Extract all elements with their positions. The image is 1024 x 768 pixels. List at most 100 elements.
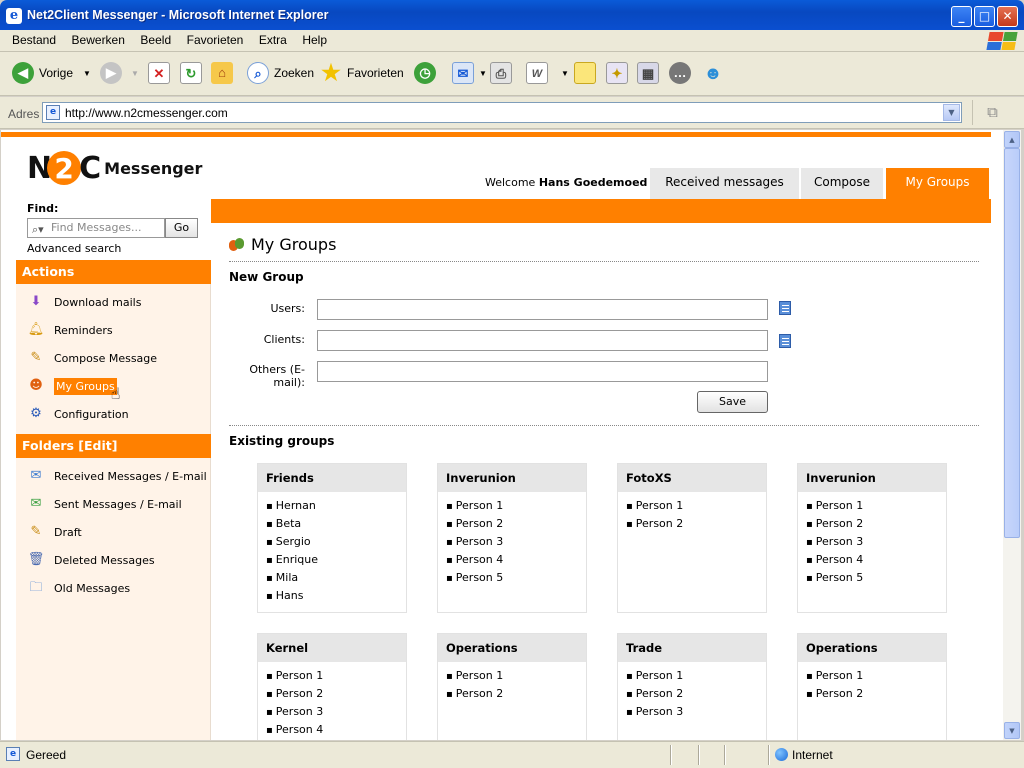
maximize-button[interactable]: □ (974, 6, 995, 27)
tab-my-groups[interactable]: My Groups (886, 168, 991, 199)
sidebar-item-received-messages[interactable]: ✉ Received Messages / E-mail (26, 465, 207, 487)
sidebar-item-download-mails[interactable]: ⬇ Download mails (26, 291, 142, 313)
group-member: Person 3 (266, 703, 406, 721)
scroll-up-icon[interactable]: ▲ (1004, 131, 1020, 148)
menu-help[interactable]: Help (296, 30, 333, 50)
mail-dropdown-icon[interactable]: ▼ (479, 69, 487, 78)
sidebar-item-sent-messages[interactable]: ✉ Sent Messages / E-mail (26, 493, 182, 515)
messenger-chat-button[interactable]: … (669, 60, 696, 86)
status-text: Gereed (26, 748, 67, 762)
menu-edit[interactable]: Bewerken (66, 30, 131, 50)
refresh-button[interactable]: ↻ (180, 60, 207, 86)
tab-compose[interactable]: Compose (801, 168, 885, 199)
welcome-text: Welcome Hans Goedemoed (485, 176, 647, 189)
sidebar-item-label: My Groups (54, 377, 117, 395)
group-card[interactable]: FotoXS Person 1 Person 2 (617, 463, 767, 613)
gear-icon: ⚙ (30, 406, 42, 421)
history-button[interactable]: ◷ (414, 60, 441, 86)
users-input[interactable] (317, 299, 768, 320)
stop-button[interactable]: ✕ (148, 60, 175, 86)
group-member: Person 2 (806, 685, 946, 703)
ie-logo-icon: e (6, 8, 22, 24)
group-card[interactable]: Operations Person 1 Person 2 (437, 633, 587, 740)
find-section: Find: ⌕▾ Find Messages... Go Advanced se… (16, 196, 211, 260)
sidebar-item-my-groups[interactable]: ☻ My Groups ☝ (26, 375, 120, 403)
app-logo[interactable]: N2C Messenger (27, 150, 202, 186)
go-links-button[interactable]: ⧉ (972, 100, 1012, 125)
research-button[interactable]: ▦ (637, 60, 664, 86)
edit-dropdown-icon[interactable]: ▼ (561, 69, 569, 78)
group-name: Operations (438, 634, 586, 662)
group-member: Person 2 (626, 685, 766, 703)
group-card[interactable]: Kernel Person 1 Person 2 Person 3 Person… (257, 633, 407, 740)
group-member: Person 2 (446, 685, 586, 703)
folders-header[interactable]: Folders [Edit] (16, 434, 211, 458)
sidebar-item-configuration[interactable]: ⚙ Configuration (26, 403, 128, 425)
sidebar: Find: ⌕▾ Find Messages... Go Advanced se… (16, 196, 211, 740)
favorites-button[interactable]: ★ Favorieten (320, 60, 404, 86)
minimize-button[interactable]: _ (951, 6, 972, 27)
bell-icon: 🔔︎ (27, 322, 45, 337)
back-dropdown-icon[interactable]: ▼ (83, 69, 91, 78)
group-member: Person 2 (626, 515, 766, 533)
group-card[interactable]: Friends Hernan Beta Sergio Enrique Mila … (257, 463, 407, 613)
sidebar-item-draft[interactable]: ✎ Draft (26, 521, 82, 543)
messenger-button[interactable]: ☻ (702, 60, 729, 86)
group-card[interactable]: Operations Person 1 Person 2 (797, 633, 947, 740)
scroll-thumb[interactable] (1004, 148, 1020, 538)
menu-file[interactable]: Bestand (6, 30, 62, 50)
address-input[interactable]: e http://www.n2cmessenger.com ▼ (42, 102, 962, 123)
menu-favorites[interactable]: Favorieten (181, 30, 250, 50)
find-messages-input[interactable]: ⌕▾ Find Messages... (27, 218, 165, 238)
address-dropdown-icon[interactable]: ▼ (943, 104, 960, 121)
find-label: Find: (27, 202, 59, 215)
group-member: Person 1 (806, 497, 946, 515)
address-label: Adres (8, 107, 40, 121)
sidebar-item-reminders[interactable]: 🔔︎ Reminders (26, 319, 113, 341)
groups-icon: ☻ (29, 378, 43, 393)
search-button[interactable]: ⌕ Zoeken (247, 60, 314, 86)
back-button[interactable]: ◀ Vorige ▼ (12, 60, 91, 86)
tab-received-messages[interactable]: Received messages (650, 168, 801, 199)
research-icon: ▦ (637, 62, 659, 84)
mail-button[interactable]: ✉ ▼ (452, 60, 487, 86)
status-divider (670, 745, 672, 765)
menu-view[interactable]: Beeld (134, 30, 177, 50)
find-placeholder: Find Messages... (51, 221, 142, 234)
advanced-search-link[interactable]: Advanced search (27, 242, 121, 255)
group-card[interactable]: Inverunion Person 1 Person 2 Person 3 Pe… (437, 463, 587, 613)
page-title-text: My Groups (251, 235, 337, 254)
search-label: Zoeken (274, 66, 315, 80)
stop-icon: ✕ (148, 62, 170, 84)
clients-input[interactable] (317, 330, 768, 351)
sidebar-item-deleted-messages[interactable]: 🗑︎ Deleted Messages (26, 549, 155, 571)
vertical-scrollbar[interactable]: ▲ ▼ (1003, 130, 1021, 740)
address-book-icon[interactable] (779, 301, 791, 315)
save-button[interactable]: Save (697, 391, 768, 413)
note-button[interactable] (574, 60, 601, 86)
edit-button[interactable]: W ▼ (526, 60, 569, 86)
print-button[interactable]: ⎙ (490, 60, 517, 86)
address-url: http://www.n2cmessenger.com (65, 106, 228, 120)
group-member: Person 3 (806, 533, 946, 551)
globe-icon (775, 748, 788, 761)
note-icon (574, 62, 596, 84)
group-member: Person 1 (266, 667, 406, 685)
address-book-icon[interactable] (779, 334, 791, 348)
sidebar-item-compose-message[interactable]: ✎ Compose Message (26, 347, 158, 369)
sidebar-item-label: Download mails (54, 295, 142, 309)
sidebar-item-old-messages[interactable]: 🗀︎ Old Messages (26, 577, 130, 599)
forward-button[interactable]: ▶ ▼ (100, 60, 139, 86)
home-button[interactable]: ⌂ (211, 60, 238, 86)
window-title-bar[interactable]: e Net2Client Messenger - Microsoft Inter… (0, 0, 1024, 30)
menu-tools[interactable]: Extra (253, 30, 293, 50)
close-button[interactable]: ✕ (997, 6, 1018, 27)
others-email-input[interactable] (317, 361, 768, 382)
go-button[interactable]: Go (165, 218, 198, 238)
group-card[interactable]: Trade Person 1 Person 2 Person 3 (617, 633, 767, 740)
discuss-button[interactable]: ✦ (606, 60, 633, 86)
page-icon: e (46, 105, 60, 120)
group-member: Person 1 (626, 667, 766, 685)
scroll-down-icon[interactable]: ▼ (1004, 722, 1020, 739)
group-card[interactable]: Inverunion Person 1 Person 2 Person 3 Pe… (797, 463, 947, 613)
